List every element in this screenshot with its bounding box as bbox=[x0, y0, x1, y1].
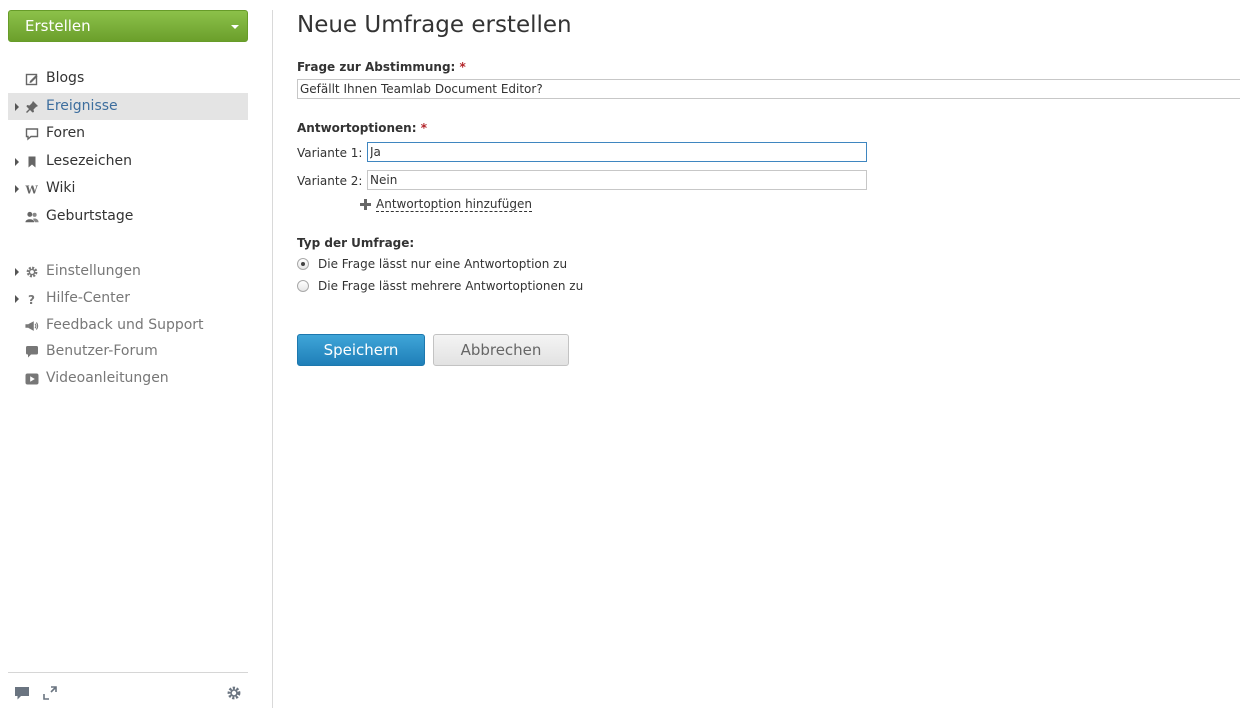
forum-icon bbox=[25, 128, 39, 141]
options-label-text: Antwortoptionen: bbox=[297, 121, 417, 135]
blog-edit-icon bbox=[25, 73, 38, 86]
bookmark-icon bbox=[28, 156, 36, 168]
expand-icon[interactable] bbox=[42, 685, 58, 701]
create-button[interactable]: Erstellen bbox=[8, 10, 248, 42]
sidebar-item-hilfe-center[interactable]: ? Hilfe-Center bbox=[8, 285, 248, 312]
sidebar-item-einstellungen[interactable]: Einstellungen bbox=[8, 258, 248, 285]
required-mark: * bbox=[459, 60, 466, 74]
question-input[interactable] bbox=[297, 79, 1240, 99]
sidebar-item-label: Blogs bbox=[46, 70, 85, 86]
cancel-button[interactable]: Abbrechen bbox=[433, 334, 569, 366]
expand-arrow-icon[interactable] bbox=[15, 294, 19, 303]
sidebar-item-label: Einstellungen bbox=[46, 263, 141, 279]
create-button-label: Erstellen bbox=[25, 17, 91, 35]
sidebar-item-wiki[interactable]: W Wiki bbox=[8, 175, 248, 203]
poll-type-label: Typ der Umfrage: bbox=[297, 236, 415, 250]
chat-icon[interactable] bbox=[14, 685, 30, 701]
sidebar-item-ereignisse[interactable]: Ereignisse bbox=[8, 92, 248, 121]
sidebar-item-label: Hilfe-Center bbox=[46, 289, 131, 306]
sidebar-item-label: Ereignisse bbox=[46, 97, 118, 114]
expand-arrow-icon[interactable] bbox=[15, 157, 19, 166]
expand-arrow-icon[interactable] bbox=[15, 102, 19, 111]
sidebar-item-feedback[interactable]: Feedback und Support bbox=[8, 312, 248, 339]
plus-icon bbox=[360, 199, 371, 210]
speech-bubble-icon bbox=[26, 346, 38, 358]
variant-1-input[interactable] bbox=[367, 142, 867, 162]
question-label: Frage zur Abstimmung: * bbox=[297, 60, 466, 74]
sidebar-item-label: Geburtstage bbox=[46, 207, 134, 224]
radio-single[interactable] bbox=[297, 258, 309, 270]
variant-1-label: Variante 1: bbox=[297, 146, 363, 160]
sidebar-secondary-menu: Einstellungen ? Hilfe-Center Feedback un… bbox=[8, 258, 248, 392]
sidebar-item-benutzer-forum[interactable]: Benutzer-Forum bbox=[8, 338, 248, 365]
vertical-divider bbox=[272, 10, 273, 708]
sidebar-item-foren[interactable]: Foren bbox=[8, 120, 248, 148]
sidebar-item-label: Videoanleitungen bbox=[46, 370, 169, 387]
expand-arrow-icon[interactable] bbox=[15, 185, 19, 194]
sidebar-footer bbox=[8, 672, 248, 708]
sidebar-item-label: Wiki bbox=[46, 180, 76, 197]
required-mark: * bbox=[420, 121, 427, 135]
svg-text:?: ? bbox=[28, 293, 35, 306]
megaphone-icon bbox=[25, 320, 39, 331]
radio-single-label: Die Frage lässt nur eine Antwortoption z… bbox=[318, 257, 568, 271]
variant-2-input[interactable] bbox=[367, 170, 867, 190]
sidebar-item-blogs[interactable]: Blogs bbox=[8, 65, 248, 93]
radio-multiple-label: Die Frage lässt mehrere Antwortoptionen … bbox=[318, 279, 584, 293]
sidebar-item-label: Foren bbox=[46, 125, 86, 142]
video-play-icon bbox=[25, 373, 39, 385]
variant-2-label: Variante 2: bbox=[297, 174, 363, 188]
add-option-label: Antwortoption hinzufügen bbox=[376, 197, 532, 212]
page-title: Neue Umfrage erstellen bbox=[297, 12, 572, 38]
chevron-down-icon bbox=[231, 25, 239, 29]
wiki-icon: W bbox=[25, 184, 39, 197]
expand-arrow-icon[interactable] bbox=[15, 268, 19, 276]
sidebar-item-geburtstage[interactable]: Geburtstage bbox=[8, 203, 248, 231]
question-label-text: Frage zur Abstimmung: bbox=[297, 60, 456, 74]
options-label: Antwortoptionen: * bbox=[297, 121, 427, 135]
sidebar-item-label: Lesezeichen bbox=[46, 152, 132, 169]
sidebar-item-videoanleitungen[interactable]: Videoanleitungen bbox=[8, 365, 248, 392]
settings-gear-icon[interactable] bbox=[226, 685, 242, 701]
save-button[interactable]: Speichern bbox=[297, 334, 425, 366]
sidebar: Erstellen Blogs Ereignisse Foren Lesezei… bbox=[8, 10, 248, 708]
sidebar-menu: Blogs Ereignisse Foren Lesezeichen W Wik… bbox=[8, 65, 248, 231]
sidebar-item-label: Benutzer-Forum bbox=[46, 343, 158, 360]
radio-multiple[interactable] bbox=[297, 280, 309, 292]
svg-text:W: W bbox=[25, 184, 39, 197]
main-content: Neue Umfrage erstellen Frage zur Abstimm… bbox=[297, 0, 1240, 708]
people-icon bbox=[25, 211, 39, 223]
question-icon: ? bbox=[28, 293, 35, 306]
gear-icon bbox=[26, 266, 38, 278]
pin-icon bbox=[26, 100, 38, 113]
sidebar-item-lesezeichen[interactable]: Lesezeichen bbox=[8, 148, 248, 176]
sidebar-item-label: Feedback und Support bbox=[46, 316, 204, 333]
